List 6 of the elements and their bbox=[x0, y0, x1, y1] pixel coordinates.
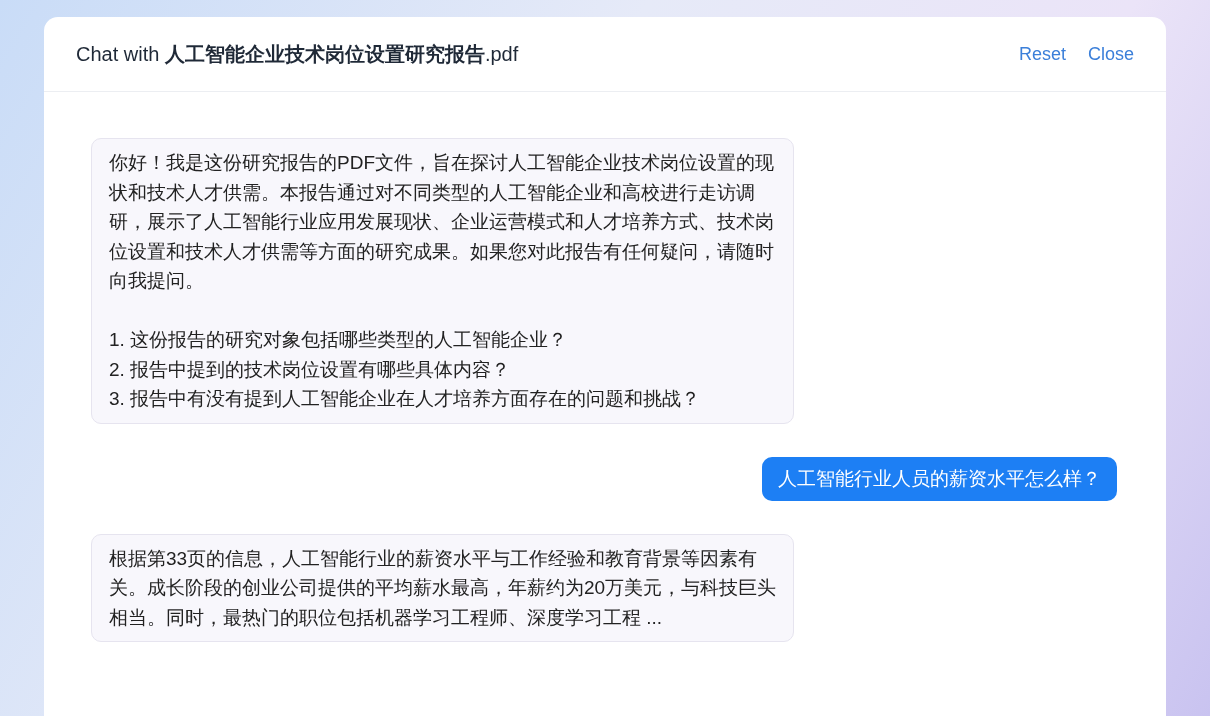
assistant-message: 你好！我是这份研究报告的PDF文件，旨在探讨人工智能企业技术岗位设置的现状和技术人才供需。本报告通过对不同类型的人工智能企业和高校进行走访调研，展示了人工智能行业应用发展现状、企业运营模式和人才培养方式、技术岗位设置和技术人才供需等方面的研究成果。如果您对此报告有任何疑问，请随时向我提问。 1. 这份报告的研究对象包括哪些类型的人工智能企业？ 2. 报告中提到的技术岗位设置有哪些具体内容？ 3. 报告中有没有提到人工智能企业在人才培养方面存在的问题和挑战？ bbox=[91, 138, 794, 424]
header-link[interactable]: Close bbox=[1087, 43, 1134, 65]
assistant-message: 根据第33页的信息，人工智能行业的薪资水平与工作经验和教育背景等因素有关。成长阶段的创业公司提供的平均薪水最高，年薪约为20万美元，与科技巨头相当。同时，最热门的职位包括机器学习工程师、深度学习工程 ... bbox=[91, 533, 794, 642]
chat-title: Chat with 人工智能企业技术岗位设置研究报告.pdf bbox=[76, 41, 519, 67]
user-message: 人工智能行业人员的薪资水平怎么样？ bbox=[762, 456, 1117, 501]
header-link[interactable]: Reset bbox=[1018, 43, 1066, 65]
